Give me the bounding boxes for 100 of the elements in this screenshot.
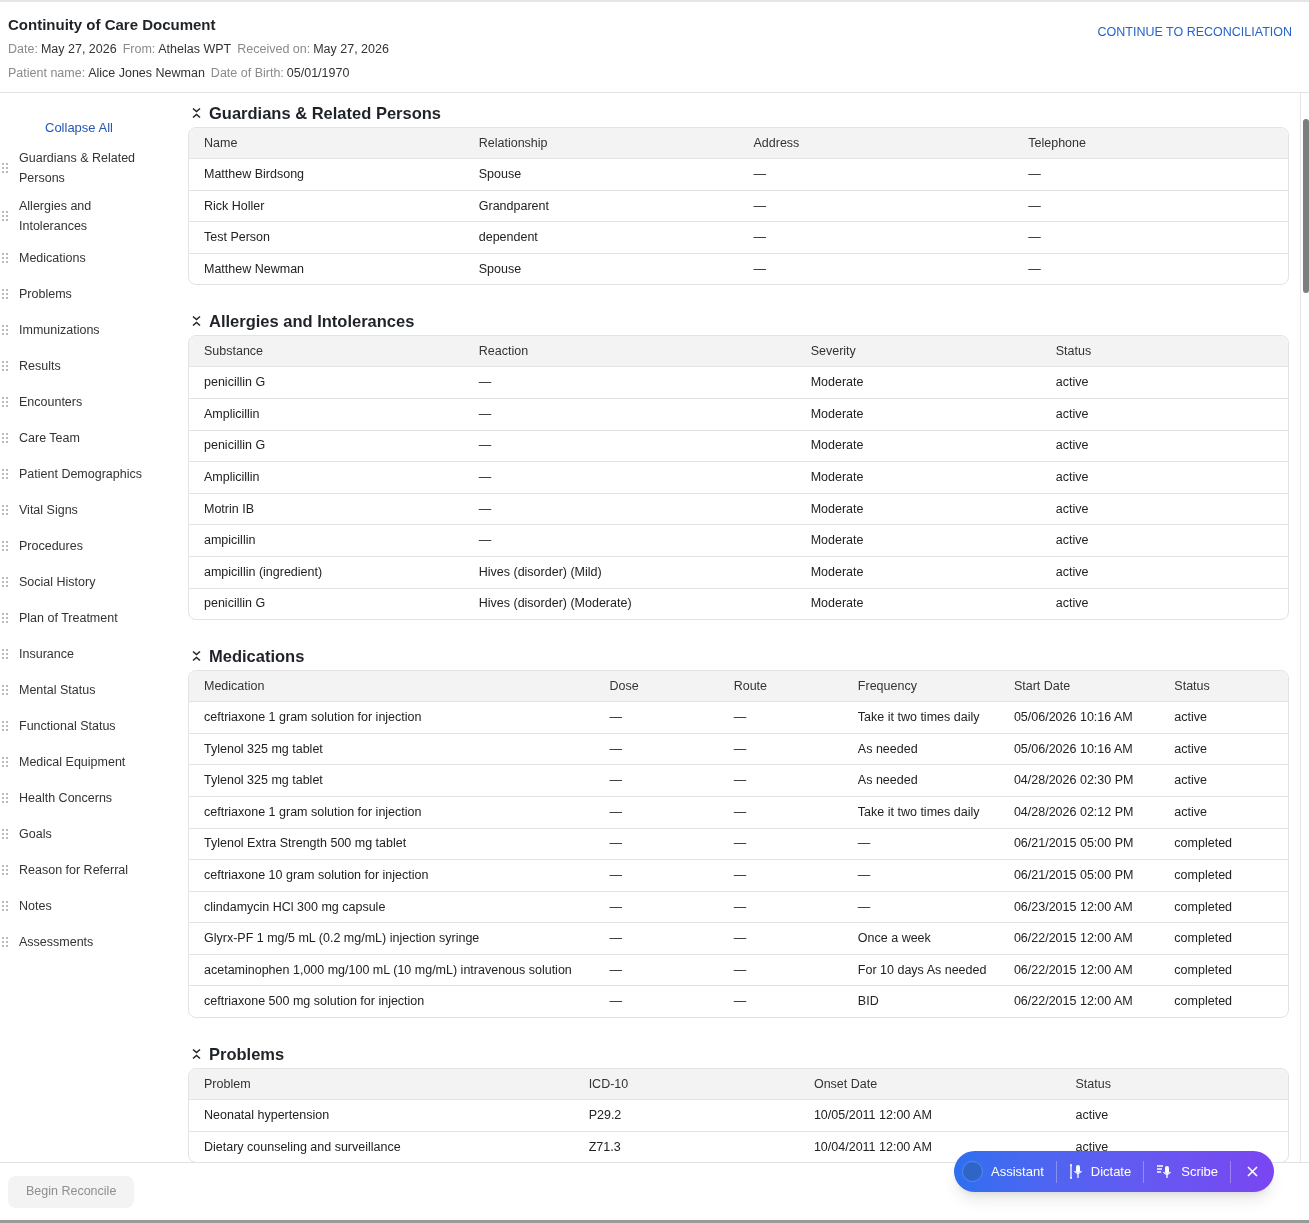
drag-handle-icon[interactable] — [2, 504, 8, 515]
table-cell-text: — — [752, 229, 767, 247]
sidebar-item[interactable]: Functional Status — [19, 715, 154, 736]
toolbar-button[interactable]: Scribe — [1156, 1161, 1219, 1182]
table-cell-text: — — [752, 165, 767, 183]
drag-handle-icon[interactable] — [2, 936, 8, 947]
drag-handle-icon[interactable] — [2, 756, 8, 767]
sidebar-item[interactable]: Reason for Referral — [19, 859, 154, 880]
table-cell-text: 04/28/2026 02:12 PM — [1012, 803, 1135, 821]
drag-handle-icon[interactable] — [2, 864, 8, 875]
table-cell-text: Spouse — [477, 165, 523, 183]
drag-handle-icon[interactable] — [2, 162, 8, 173]
sidebar-item[interactable]: Medications — [19, 247, 154, 268]
drag-handle-icon[interactable] — [2, 360, 8, 371]
drag-handle-icon[interactable] — [2, 828, 8, 839]
column-header: Frequency — [856, 677, 918, 695]
document-title: Continuity of Care Document — [8, 15, 217, 35]
table-cell-text: 05/06/2026 10:16 AM — [1012, 740, 1134, 758]
drag-handle-icon[interactable] — [2, 468, 8, 479]
table-cell-text: — — [1027, 260, 1042, 278]
table-cell-text: dependent — [477, 229, 539, 247]
table-cell-text: — — [732, 803, 748, 821]
table-cell-text: active — [1054, 437, 1090, 455]
drag-handle-icon[interactable] — [2, 288, 8, 299]
table-cell-text: As needed — [856, 772, 919, 790]
table-cell-text: Dietary counseling and surveillance — [203, 1138, 402, 1156]
toolbar-button[interactable]: Dictate — [1068, 1161, 1132, 1182]
table-cell-text: Test Person — [203, 229, 271, 247]
column-header: Status — [1074, 1075, 1112, 1093]
continue-to-reconciliation-link[interactable]: CONTINUE TO RECONCILIATION — [1097, 23, 1292, 92]
table-cell-text: — — [856, 898, 872, 916]
table-cell-text: Neonatal hypertension — [203, 1107, 331, 1124]
sidebar-item[interactable]: Health Concerns — [19, 787, 154, 808]
sidebar-item[interactable]: Problems — [19, 283, 154, 304]
sidebar-item[interactable]: Care Team — [19, 427, 154, 448]
drag-handle-icon[interactable] — [2, 210, 8, 221]
drag-handle-icon[interactable] — [2, 900, 8, 911]
sidebar-item[interactable]: Assessments — [19, 931, 154, 952]
sidebar-item[interactable]: Immunizations — [19, 319, 154, 340]
toolbar-button[interactable]: Assistant — [962, 1161, 1044, 1182]
sidebar-item[interactable]: Mental Status — [19, 679, 154, 700]
scrollbar-thumb[interactable] — [1303, 119, 1309, 293]
drag-handle-icon[interactable] — [2, 252, 8, 263]
sidebar-item[interactable]: Social History — [19, 571, 154, 592]
table-cell-text: — — [856, 867, 872, 884]
sidebar-item[interactable]: Guardians & Related Persons — [19, 147, 154, 188]
table-cell-text: For 10 days As needed — [856, 961, 988, 979]
collapse-all-button[interactable]: Collapse All — [45, 118, 113, 138]
sidebar-item[interactable]: Insurance — [19, 643, 154, 664]
drag-handle-icon[interactable] — [2, 540, 8, 551]
collapse-icon[interactable] — [192, 107, 201, 119]
table-cell-text: — — [1027, 229, 1042, 247]
table-cell-text: active — [1173, 709, 1208, 727]
sidebar-item[interactable]: Allergies and Intolerances — [19, 195, 154, 236]
section-title: Medications — [209, 645, 305, 667]
drag-handle-icon[interactable] — [2, 720, 8, 731]
sidebar-item[interactable]: Notes — [19, 895, 154, 916]
table-cell-text: 06/22/2015 12:00 AM — [1012, 930, 1134, 948]
sidebar-item[interactable]: Results — [19, 355, 154, 376]
collapse-icon[interactable] — [192, 315, 201, 328]
sidebar-item[interactable]: Medical Equipment — [19, 751, 154, 772]
drag-handle-icon[interactable] — [2, 576, 8, 587]
sidebar-item[interactable]: Encounters — [19, 391, 154, 412]
table-cell-text: — — [732, 930, 748, 948]
table-cell-text: — — [477, 469, 493, 487]
sidebar-item[interactable]: Procedures — [19, 535, 154, 556]
field-label: Date: — [8, 41, 38, 58]
drag-handle-icon[interactable] — [2, 396, 8, 407]
table-cell-text: — — [732, 867, 748, 884]
table-cell-text: ceftriaxone 1 gram solution for injection — [203, 803, 423, 821]
drag-handle-icon[interactable] — [2, 648, 8, 659]
table-cell-text: clindamycin HCl 300 mg capsule — [203, 898, 387, 916]
table-cell-text: 10/05/2011 12:00 AM — [812, 1107, 933, 1124]
drag-handle-icon[interactable] — [2, 684, 8, 695]
drag-handle-icon[interactable] — [2, 792, 8, 803]
sidebar-item[interactable]: Patient Demographics — [19, 463, 154, 484]
table-cell-text: — — [752, 260, 767, 278]
drag-handle-icon[interactable] — [2, 324, 8, 335]
table-cell-text: penicillin G — [203, 374, 267, 392]
field-value: Athelas WPT — [158, 41, 232, 58]
table-cell-text: — — [608, 993, 623, 1011]
section-title: Allergies and Intolerances — [209, 311, 415, 332]
table-cell-text: 06/21/2015 05:00 PM — [1012, 835, 1135, 853]
table-cell-text: — — [608, 772, 623, 790]
table-cell-text: — — [608, 803, 623, 821]
table-cell-text: Moderate — [809, 532, 865, 550]
drag-handle-icon[interactable] — [2, 612, 8, 623]
collapse-icon[interactable] — [192, 650, 201, 663]
sidebar-item[interactable]: Vital Signs — [19, 499, 154, 520]
sidebar-item[interactable]: Goals — [19, 823, 154, 844]
table-cell-text: — — [732, 898, 748, 916]
table-cell-text: completed — [1173, 835, 1234, 853]
collapse-icon[interactable] — [192, 1048, 201, 1061]
table-cell-text: active — [1173, 740, 1208, 758]
table-cell-text: ceftriaxone 500 mg solution for injection — [203, 993, 426, 1011]
table-cell-text: — — [1027, 197, 1042, 215]
table-cell-text: completed — [1173, 993, 1234, 1011]
table-cell-text: ampicillin (ingredient) — [203, 563, 324, 581]
drag-handle-icon[interactable] — [2, 432, 8, 443]
sidebar-item[interactable]: Plan of Treatment — [19, 607, 154, 628]
